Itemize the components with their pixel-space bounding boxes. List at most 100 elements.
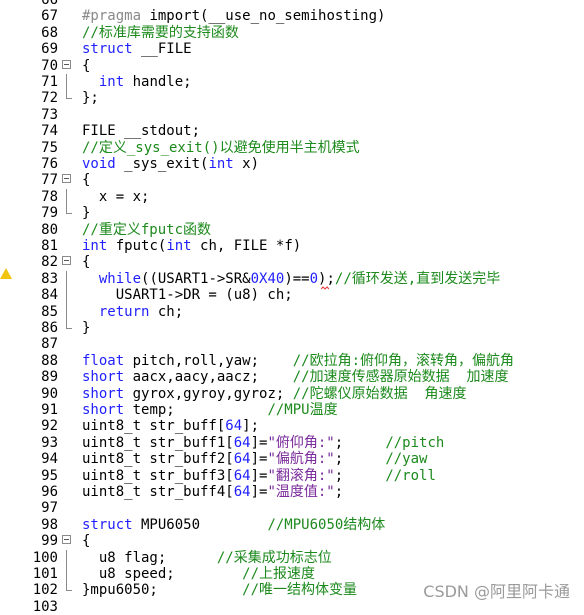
code-token: int <box>98 74 125 90</box>
watermark: CSDN @阿里阿卡通 <box>423 582 570 601</box>
code-line[interactable]: 80 //重定义fputc函数 <box>0 222 584 238</box>
code-token: x) <box>233 156 260 172</box>
line-number: 74 <box>41 123 58 140</box>
code-text: { <box>82 254 90 270</box>
code-token: ]= <box>250 484 268 500</box>
fold-collapse-icon[interactable] <box>62 174 71 184</box>
line-number: 76 <box>41 156 58 172</box>
code-token: 64 <box>233 451 251 468</box>
code-token: //MPU温度 <box>267 402 338 418</box>
code-token: u8 flag; <box>82 549 217 566</box>
code-text: }mpu6050; //唯一结构体变量 <box>82 582 357 598</box>
code-line[interactable]: 86} <box>0 320 584 336</box>
code-line[interactable]: 99 { <box>0 533 584 549</box>
code-token: //pitch <box>385 434 445 451</box>
fold-guide <box>66 566 67 583</box>
code-token: 64 <box>233 484 251 500</box>
line-number: 94 <box>41 451 58 468</box>
code-line[interactable]: 92 uint8_t str_buff[64]; <box>0 418 584 434</box>
code-line[interactable]: 96 uint8_t str_buff4[64]="温度值:"; <box>0 484 584 500</box>
code-line[interactable]: 68 //标准库需要的支持函数 <box>0 25 584 41</box>
code-token: uint8_t str_buff2[ <box>82 451 234 468</box>
line-number: 102 <box>32 582 58 599</box>
code-editor[interactable]: 66 67 #pragma import(__use_no_semihosting)… <box>0 0 584 615</box>
code-token: u8 speed; <box>82 566 243 582</box>
code-line[interactable]: 90 short gyrox,gyroy,gyroz; //陀螺仪原始数据 角速度 <box>0 386 584 402</box>
code-text: struct MPU6050 //MPU6050结构体 <box>82 517 385 533</box>
code-token: temp; <box>124 402 268 418</box>
code-line[interactable]: 83 while((USART1->SR&0X40)==0);//循环发送,直到… <box>0 270 584 288</box>
code-token: { <box>82 254 91 271</box>
line-number: 85 <box>41 303 58 320</box>
code-line[interactable]: 85 return ch; <box>0 303 584 320</box>
code-token: 64 <box>233 434 251 451</box>
code-line[interactable]: 71 int handle; <box>0 74 584 91</box>
code-token: ((USART1->SR& <box>141 270 251 287</box>
code-token: //重定义fputc函数 <box>82 221 212 238</box>
code-line[interactable]: 81 int fputc(int ch, FILE *f) <box>0 238 584 254</box>
code-line[interactable]: 87 <box>0 336 584 352</box>
code-line[interactable]: 84 USART1->DR = (u8) ch; <box>0 287 584 304</box>
code-line[interactable]: 66 <box>0 0 584 8</box>
code-token: //加速度传感器原始数据 加速度 <box>292 369 509 386</box>
code-token: ]= <box>250 467 268 484</box>
code-token: MPU6050 <box>132 516 268 533</box>
fold-collapse-icon[interactable] <box>62 535 71 545</box>
code-token: gyrox,gyroy,gyroz; <box>124 385 293 402</box>
code-token: pitch,roll,yaw; <box>124 352 293 369</box>
line-number: 97 <box>41 500 58 517</box>
code-line[interactable]: 94 uint8_t str_buff2[64]="偏航角:"; //yaw <box>0 451 584 467</box>
code-text: USART1->DR = (u8) ch; <box>82 287 293 303</box>
code-line[interactable]: 69 struct __FILE <box>0 41 584 57</box>
code-line[interactable]: 91 short temp; //MPU温度 <box>0 402 584 418</box>
code-line[interactable]: 78 x = x; <box>0 188 584 206</box>
code-line[interactable]: 97 <box>0 500 584 516</box>
fold-guide <box>66 98 72 100</box>
line-number: 75 <box>41 139 58 156</box>
code-line[interactable]: 75 //定义_sys_exit()以避免使用半主机模式 <box>0 140 584 156</box>
code-line[interactable]: 82{ <box>0 254 584 270</box>
code-line[interactable]: 73 <box>0 107 584 123</box>
code-token: int <box>166 238 192 254</box>
code-line[interactable]: 74 FILE __stdout; <box>0 123 584 139</box>
code-line[interactable]: 100 u8 flag; //采集成功标志位 <box>0 549 584 566</box>
line-number: 98 <box>41 516 58 533</box>
warning-triangle-icon[interactable] <box>0 268 12 279</box>
code-line[interactable]: 89 short aacx,aacy,aacz; //加速度传感器原始数据 加速度 <box>0 369 584 385</box>
fold-collapse-icon[interactable] <box>62 59 71 69</box>
code-line[interactable]: 88 float pitch,roll,yaw; //欧拉角:俯仰角，滚转角，偏航… <box>0 353 584 369</box>
code-line[interactable]: 79} <box>0 205 584 221</box>
code-line[interactable]: 72}; <box>0 90 584 106</box>
code-token: uint8_t str_buff4[ <box>82 484 234 500</box>
line-number: 77 <box>41 172 58 189</box>
code-line[interactable]: 98 struct MPU6050 //MPU6050结构体 <box>0 517 584 533</box>
fold-guide <box>66 270 67 288</box>
code-line[interactable]: 77 { <box>0 172 584 188</box>
code-token: }; <box>82 90 99 107</box>
code-token: //上报速度 <box>242 566 316 582</box>
code-text: //标准库需要的支持函数 <box>82 25 239 41</box>
code-line[interactable]: 95 uint8_t str_buff3[64]="翻滚角:"; //roll <box>0 468 584 484</box>
code-token: return <box>98 303 150 320</box>
code-token: uint8_t str_buff[ <box>82 418 226 435</box>
code-token: int <box>82 238 108 254</box>
code-token: FILE __stdout; <box>82 123 201 140</box>
code-token: //标准库需要的支持函数 <box>82 24 239 41</box>
line-number: 68 <box>41 24 58 41</box>
line-number: 92 <box>41 418 58 435</box>
fold-guide <box>66 590 72 592</box>
code-text: #pragma import(__use_no_semihosting) <box>82 8 385 24</box>
fold-collapse-icon[interactable] <box>62 256 71 266</box>
line-number: 71 <box>41 74 58 90</box>
code-token: int <box>208 156 234 172</box>
line-number: 89 <box>41 369 58 386</box>
code-line[interactable]: 70 { <box>0 58 584 74</box>
code-token: _sys_exit( <box>115 156 209 172</box>
code-line[interactable]: 93 uint8_t str_buff1[64]="俯仰角:"; //pitch <box>0 435 584 451</box>
code-line[interactable]: 76 void _sys_exit(int x) <box>0 156 584 172</box>
code-token: short <box>82 385 125 402</box>
code-line[interactable]: 67 #pragma import(__use_no_semihosting) <box>0 8 584 24</box>
